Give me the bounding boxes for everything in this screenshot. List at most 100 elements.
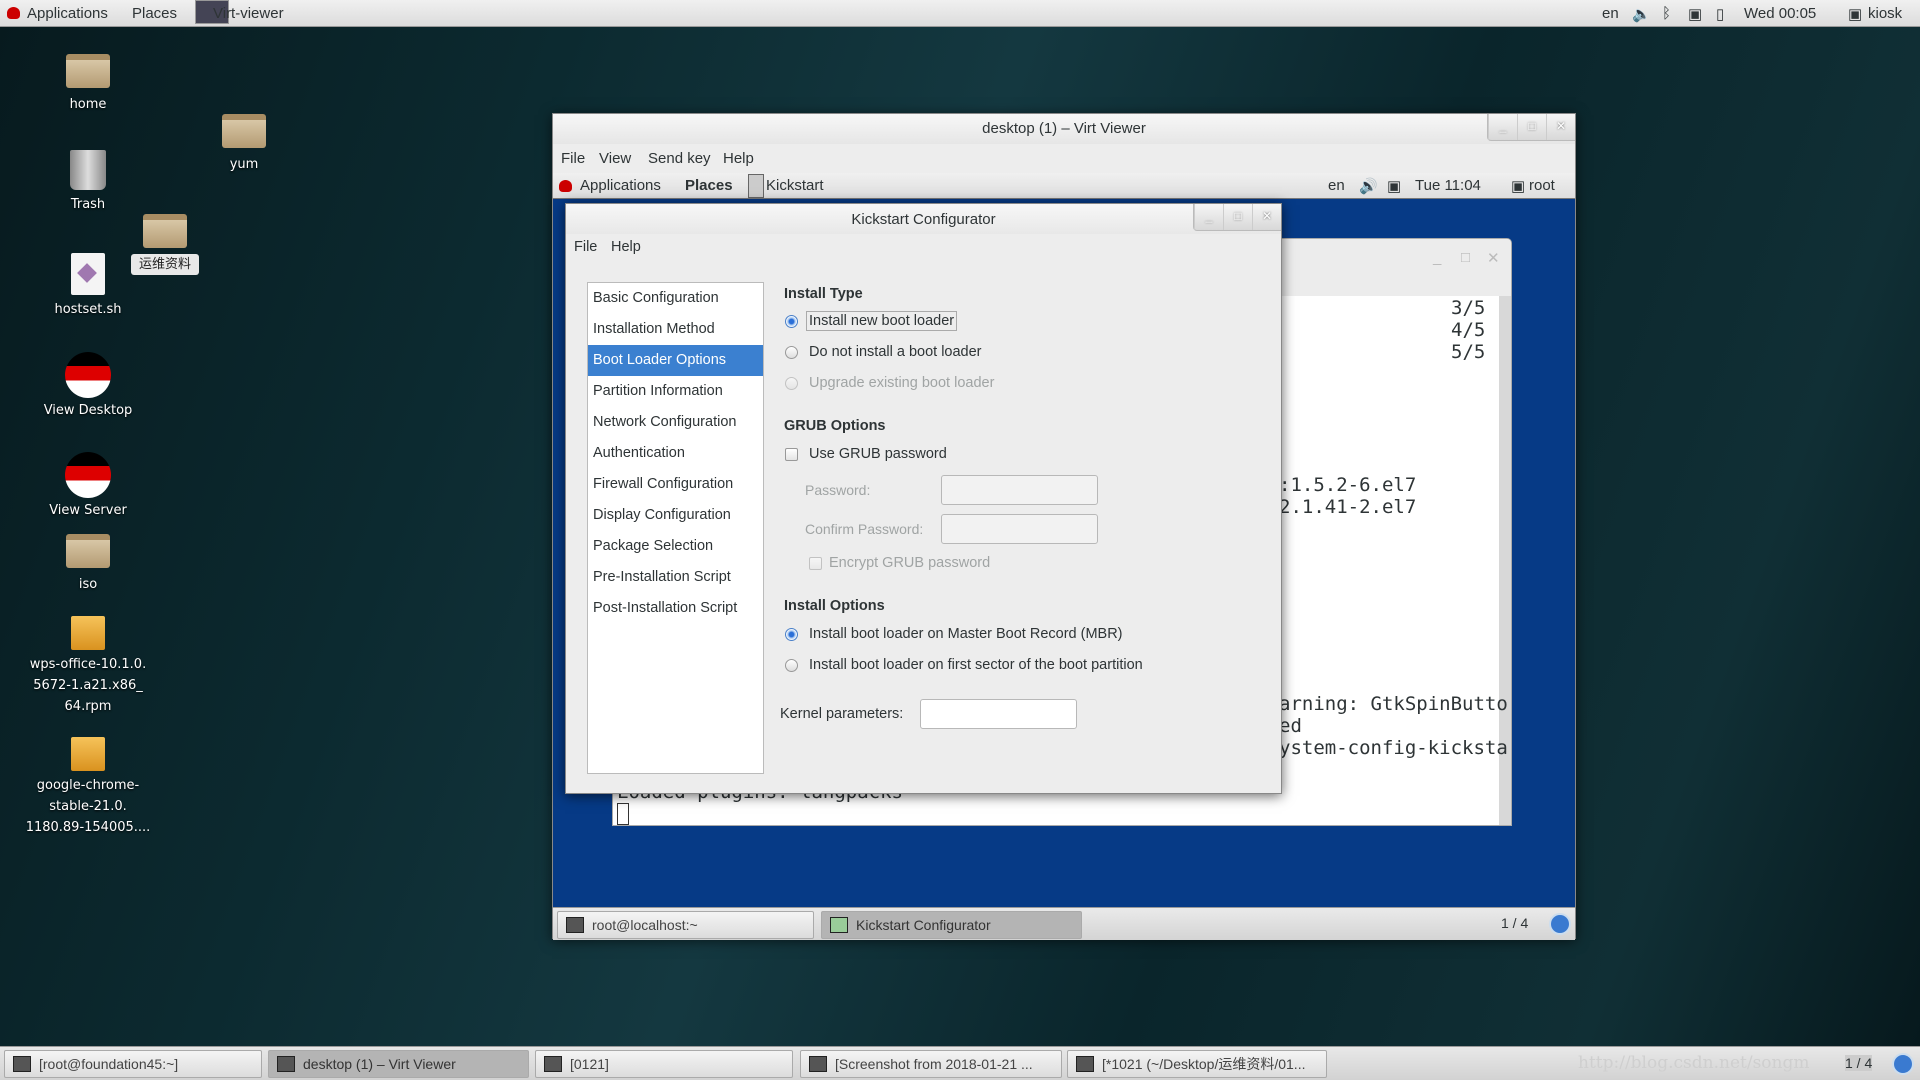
minimize-button[interactable]: _ — [1488, 114, 1517, 140]
applications-menu[interactable]: Applications — [27, 5, 108, 22]
network-icon[interactable]: ▣ — [1688, 5, 1702, 23]
radio-mbr[interactable] — [785, 628, 798, 641]
guest-keyboard-layout[interactable]: en — [1328, 177, 1345, 194]
radio-install-new[interactable] — [785, 315, 798, 328]
kickstart-app-icon — [748, 174, 764, 198]
terminal-maximize-button[interactable]: □ — [1461, 249, 1470, 266]
menu-send-key[interactable]: Send key — [648, 150, 711, 167]
terminal-line: 4/5 — [1451, 319, 1486, 341]
user-menu[interactable]: kiosk — [1868, 5, 1902, 22]
script-file-icon — [71, 253, 105, 295]
taskbar-item[interactable]: desktop (1) – Virt Viewer — [268, 1050, 529, 1078]
bluetooth-icon[interactable]: ᛒ — [1662, 5, 1671, 22]
volume-icon[interactable]: 🔈 — [1632, 5, 1651, 23]
desktop-icon-trash[interactable]: Trash — [13, 150, 163, 215]
section-item[interactable]: Firewall Configuration — [588, 469, 763, 500]
window-icon — [809, 1056, 827, 1072]
menu-help[interactable]: Help — [723, 150, 754, 167]
terminal-minimize-button[interactable]: _ — [1433, 249, 1441, 266]
desktop-icon-home[interactable]: home — [13, 54, 163, 115]
desktop-icon-view-desktop[interactable]: View Desktop — [13, 352, 163, 421]
redhat-icon — [65, 352, 111, 398]
notification-icon[interactable] — [1892, 1053, 1914, 1075]
host-top-panel: Applications Places Virt-viewer en 🔈 ᛒ ▣… — [0, 0, 1920, 27]
desktop-icon-wps-rpm[interactable]: wps-office-10.1.0. 5672-1.a21.x86_ 64.rp… — [13, 616, 163, 717]
guest-clock[interactable]: Tue 11:04 — [1415, 177, 1481, 194]
guest-places-menu[interactable]: Places — [685, 177, 733, 194]
section-item[interactable]: Display Configuration — [588, 500, 763, 531]
radio-upgrade[interactable] — [785, 377, 798, 390]
redhat-icon — [559, 180, 572, 192]
terminal-line: 5/5 — [1451, 341, 1486, 363]
taskbar-item-label: desktop (1) – Virt Viewer — [303, 1056, 456, 1072]
redhat-icon — [7, 7, 20, 19]
terminal-line: arning: GtkSpinButto — [1279, 693, 1508, 715]
section-item[interactable]: Boot Loader Options — [588, 345, 763, 376]
section-item[interactable]: Authentication — [588, 438, 763, 469]
taskbar-item-label: [Screenshot from 2018-01-21 ... — [835, 1056, 1033, 1072]
label-mbr[interactable]: Install boot loader on Master Boot Recor… — [809, 626, 1123, 642]
section-item[interactable]: Partition Information — [588, 376, 763, 407]
confirm-password-field[interactable] — [941, 514, 1098, 544]
label-first-sector[interactable]: Install boot loader on first sector of t… — [809, 657, 1143, 673]
guest-task-kickstart[interactable]: Kickstart Configurator — [821, 911, 1082, 939]
terminal-close-button[interactable]: ✕ — [1487, 249, 1500, 267]
taskbar-item[interactable]: [*1021 (~/Desktop/运维资料/01... — [1067, 1050, 1327, 1078]
desktop-icon-chrome-rpm[interactable]: google-chrome- stable-21.0. 1180.89-1540… — [13, 737, 163, 838]
window-title: desktop (1) – Virt Viewer — [982, 120, 1146, 137]
section-item[interactable]: Post-Installation Script — [588, 593, 763, 624]
guest-user-menu[interactable]: root — [1529, 177, 1555, 194]
section-item[interactable]: Installation Method — [588, 314, 763, 345]
folder-icon — [222, 114, 266, 148]
use-grub-password-label[interactable]: Use GRUB password — [809, 446, 947, 462]
desktop-icon-view-server[interactable]: View Server — [13, 452, 163, 521]
menu-help[interactable]: Help — [611, 239, 641, 255]
menu-file[interactable]: File — [574, 239, 597, 255]
close-button[interactable]: ✕ — [1252, 204, 1281, 230]
battery-icon[interactable]: ▯ — [1716, 5, 1724, 23]
active-app-menu[interactable]: Virt-viewer — [213, 5, 284, 22]
label-no-boot-loader[interactable]: Do not install a boot loader — [809, 344, 982, 360]
section-item[interactable]: Basic Configuration — [588, 283, 763, 314]
guest-workspace-indicator[interactable]: 1 / 4 — [1501, 915, 1528, 931]
menu-file[interactable]: File — [561, 150, 585, 167]
notification-icon[interactable] — [1549, 913, 1571, 935]
use-grub-password-checkbox[interactable] — [785, 448, 798, 461]
desktop-icon-hostset[interactable]: hostset.sh — [13, 253, 163, 320]
titlebar: desktop (1) – Virt Viewer _ □ ✕ — [553, 114, 1575, 144]
password-field[interactable] — [941, 475, 1098, 505]
section-item[interactable]: Network Configuration — [588, 407, 763, 438]
locked-folder-icon — [66, 534, 110, 568]
desktop-icon-iso[interactable]: iso — [13, 534, 163, 595]
label-install-new[interactable]: Install new boot loader — [806, 311, 958, 331]
encrypt-grub-label: Encrypt GRUB password — [829, 555, 991, 571]
section-item[interactable]: Pre-Installation Script — [588, 562, 763, 593]
workspace-indicator[interactable]: 1 / 4 — [1845, 1055, 1873, 1071]
encrypt-grub-checkbox[interactable] — [809, 557, 822, 570]
clock[interactable]: Wed 00:05 — [1744, 5, 1816, 22]
install-type-header: Install Type — [784, 286, 863, 302]
guest-network-icon[interactable]: ▣ — [1387, 177, 1401, 195]
maximize-button[interactable]: □ — [1517, 114, 1546, 140]
close-button[interactable]: ✕ — [1546, 114, 1575, 140]
taskbar-item-label: [*1021 (~/Desktop/运维资料/01... — [1102, 1056, 1306, 1072]
guest-applications-menu[interactable]: Applications — [580, 177, 661, 194]
taskbar-item[interactable]: [Screenshot from 2018-01-21 ... — [800, 1050, 1062, 1078]
guest-task-terminal[interactable]: root@localhost:~ — [557, 911, 814, 939]
places-menu[interactable]: Places — [132, 5, 177, 22]
guest-volume-icon[interactable]: 🔊 — [1359, 177, 1378, 195]
taskbar-item[interactable]: [root@foundation45:~] — [4, 1050, 262, 1078]
radio-no-boot-loader[interactable] — [785, 346, 798, 359]
keyboard-layout[interactable]: en — [1602, 5, 1619, 22]
maximize-button[interactable]: □ — [1223, 204, 1252, 230]
kickstart-title: Kickstart Configurator — [851, 211, 996, 228]
desktop-icon-yum[interactable]: yum — [169, 114, 319, 175]
menu-view[interactable]: View — [599, 150, 631, 167]
terminal-line: 2.1.41-2.el7 — [1279, 496, 1417, 518]
minimize-button[interactable]: _ — [1194, 204, 1223, 230]
kernel-parameters-input[interactable] — [920, 699, 1077, 729]
guest-active-app[interactable]: Kickstart — [766, 177, 824, 194]
radio-first-sector[interactable] — [785, 659, 798, 672]
section-item[interactable]: Package Selection — [588, 531, 763, 562]
taskbar-item[interactable]: [0121] — [535, 1050, 793, 1078]
